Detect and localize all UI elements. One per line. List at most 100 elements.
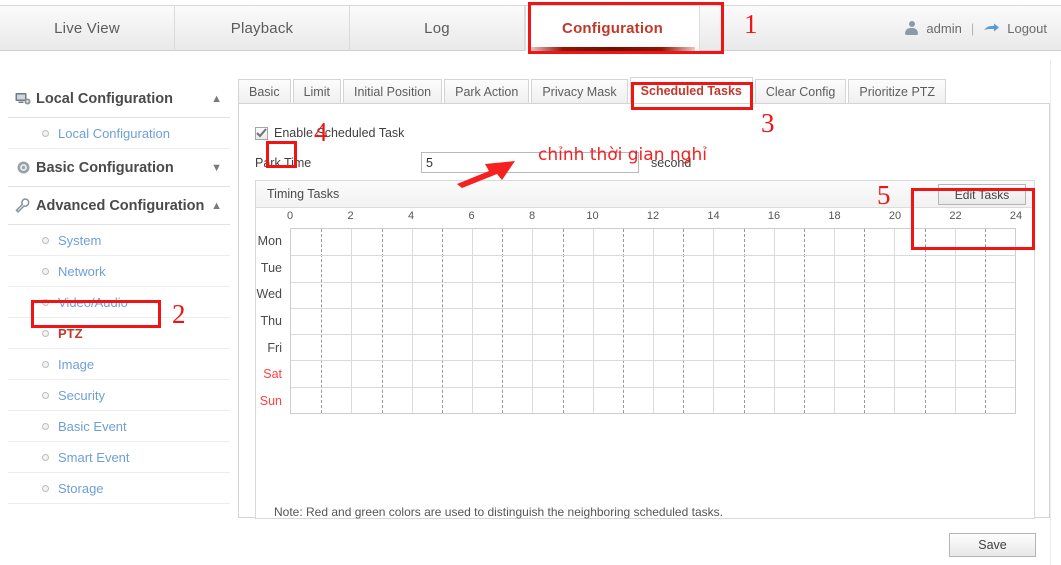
save-button[interactable]: Save: [949, 533, 1036, 557]
hour-tick-label: 8: [528, 210, 536, 222]
timing-tasks-header: Timing Tasks Edit Tasks: [256, 181, 1034, 208]
tab-label: Privacy Mask: [542, 85, 617, 99]
sidebar-item-label: PTZ: [58, 325, 83, 341]
grid-line-vertical: [411, 229, 413, 413]
sidebar-group-label: Advanced Configuration: [36, 197, 205, 214]
sidebar-group-advanced-configuration[interactable]: Advanced Configuration ▲: [8, 187, 230, 225]
tab-clear-config[interactable]: Clear Config: [754, 79, 847, 104]
tab-prioritize-ptz[interactable]: Prioritize PTZ: [848, 79, 947, 104]
sidebar-item-ptz[interactable]: PTZ: [8, 318, 230, 349]
park-time-label: Park Time: [255, 155, 312, 170]
logout-arrow-icon[interactable]: [983, 22, 1000, 35]
day-label-sun: Sun: [259, 393, 282, 408]
sidebar-item-basic-event[interactable]: Basic Event: [8, 411, 230, 442]
tab-privacy-mask[interactable]: Privacy Mask: [531, 79, 628, 104]
user-area: admin | Logout: [904, 6, 1047, 51]
sidebar-item-label: Image: [58, 356, 95, 372]
chevron-down-icon[interactable]: ▼: [211, 162, 222, 174]
schedule-grid-wrapper[interactable]: [290, 228, 1016, 414]
bullet-icon: [42, 484, 49, 492]
hour-tick-label: 12: [646, 210, 660, 222]
monitor-icon: [10, 92, 36, 106]
sidebar-item-network[interactable]: Network: [8, 256, 230, 287]
tab-label: Limit: [303, 85, 330, 99]
hour-tick-label: 6: [468, 210, 475, 222]
day-label-wed: Wed: [256, 287, 282, 302]
grid-line-vertical: [683, 229, 685, 413]
tab-label: Basic: [249, 85, 280, 99]
tab-label: Prioritize PTZ: [859, 85, 936, 99]
hour-tick-label: 22: [949, 210, 962, 222]
tab-initial-position[interactable]: Initial Position: [342, 79, 443, 104]
nav-tab-label: Configuration: [562, 20, 663, 37]
sidebar-group-local-configuration[interactable]: Local Configuration ▲: [8, 80, 230, 118]
sidebar-item-system[interactable]: System: [8, 225, 230, 256]
tab-basic[interactable]: Basic: [238, 79, 291, 104]
tab-scheduled-tasks[interactable]: Scheduled Tasks: [629, 77, 753, 104]
chevron-up-icon[interactable]: ▲: [211, 200, 222, 212]
park-time-unit: second: [651, 155, 692, 170]
bullet-icon: [42, 236, 49, 244]
nav-tab-log[interactable]: Log: [350, 6, 525, 51]
grid-line-vertical: [743, 229, 745, 413]
hour-tick-label: 16: [767, 210, 781, 222]
grid-line-vertical: [381, 229, 383, 413]
bullet-icon: [42, 329, 49, 337]
sidebar-item-security[interactable]: Security: [8, 380, 230, 411]
sidebar-item-smart-event[interactable]: Smart Event: [8, 442, 230, 473]
sidebar-item-label: Network: [58, 263, 106, 279]
person-icon: [904, 21, 919, 36]
grid-line-horizontal: [291, 281, 1015, 283]
grid-line-vertical: [713, 229, 715, 413]
main-panel: Basic Limit Initial Position Park Action Pri…: [238, 77, 1050, 519]
park-time-row: Park Time second: [255, 152, 691, 173]
grid-line-vertical: [924, 229, 926, 413]
grid-line-vertical: [472, 229, 473, 413]
nav-tab-live-view[interactable]: Live View: [0, 6, 175, 51]
tab-label: Initial Position: [353, 85, 432, 99]
user-separator: |: [970, 21, 975, 36]
day-label-mon: Mon: [257, 234, 282, 249]
grid-line-vertical: [954, 229, 956, 413]
sidebar-item-local-configuration[interactable]: Local Configuration: [8, 118, 230, 149]
enable-scheduled-task-label: Enable Scheduled Task: [274, 126, 405, 140]
schedule-note: Note: Red and green colors are used to d…: [274, 505, 723, 519]
grid-line-vertical: [803, 229, 805, 413]
schedule-grid[interactable]: [290, 228, 1016, 414]
top-nav-tabs: Live View Playback Log Configuration: [0, 6, 700, 51]
grid-line-horizontal: [291, 307, 1015, 309]
sidebar-item-video-audio[interactable]: Video/Audio: [8, 287, 230, 318]
hour-tick-label: 18: [828, 210, 841, 222]
grid-line-horizontal: [291, 360, 1015, 362]
sidebar-item-label: System: [58, 232, 102, 248]
hour-axis: 0 2 4 6 8 10 12 14 16 18 20 22 24: [256, 208, 1034, 228]
grid-line-vertical: [592, 229, 594, 413]
day-label-thu: Thu: [260, 313, 282, 328]
vertical-scrollbar[interactable]: [1050, 60, 1061, 565]
sidebar-item-label: Basic Event: [58, 418, 127, 434]
grid-line-vertical: [834, 229, 835, 413]
sidebar-item-image[interactable]: Image: [8, 349, 230, 380]
tab-limit[interactable]: Limit: [292, 79, 341, 104]
nav-tab-configuration[interactable]: Configuration: [525, 6, 700, 51]
bullet-icon: [42, 267, 49, 275]
logout-label[interactable]: Logout: [1007, 21, 1047, 36]
grid-line-vertical: [562, 229, 564, 413]
hour-tick-label: 2: [347, 210, 354, 222]
park-time-input[interactable]: [421, 152, 639, 173]
bullet-icon: [42, 391, 49, 399]
chevron-up-icon[interactable]: ▲: [211, 93, 222, 105]
grid-line-vertical: [622, 229, 624, 413]
timing-tasks-box: Timing Tasks Edit Tasks 0 2 4 6 8 10 12 14 16 18 2…: [255, 180, 1035, 519]
grid-line-horizontal: [291, 334, 1015, 336]
nav-tab-playback[interactable]: Playback: [175, 6, 350, 51]
settings-tabs: Basic Limit Initial Position Park Action Pri…: [238, 77, 948, 104]
sidebar-item-storage[interactable]: Storage: [8, 473, 230, 504]
edit-tasks-button[interactable]: Edit Tasks: [938, 184, 1026, 205]
hour-tick-label: 14: [707, 210, 720, 222]
enable-scheduled-task-checkbox[interactable]: [255, 126, 268, 140]
username-label: admin: [926, 21, 962, 36]
sidebar-group-basic-configuration[interactable]: Basic Configuration ▼: [8, 149, 230, 187]
tab-park-action[interactable]: Park Action: [444, 79, 530, 104]
grid-line-vertical: [653, 229, 654, 413]
